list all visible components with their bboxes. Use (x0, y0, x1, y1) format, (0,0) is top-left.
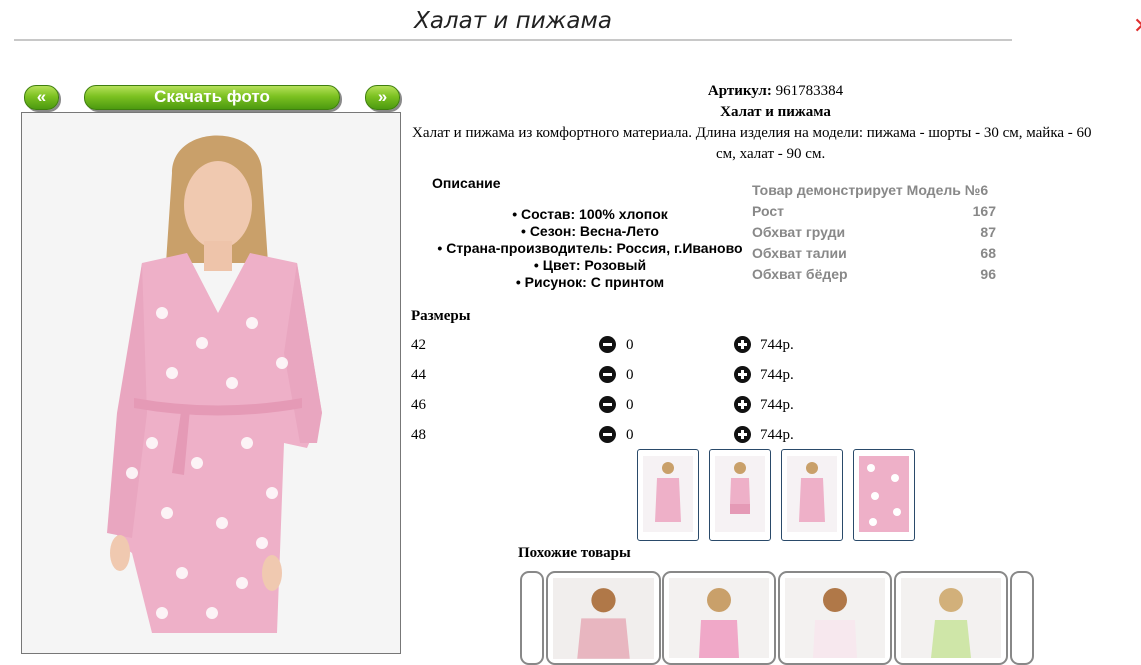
similar-product-card[interactable] (662, 571, 776, 665)
thumbnail-image (643, 456, 693, 532)
quantity-value: 0 (626, 397, 634, 413)
size-row: 44 0 744р. (411, 365, 811, 387)
size-label: 42 (411, 337, 426, 353)
model-row: Рост 167 (752, 203, 996, 219)
main-product-photo[interactable] (21, 112, 401, 654)
article-row: Артикул: 961783384 (410, 81, 1141, 102)
size-label: 44 (411, 367, 426, 383)
quantity-value: 0 (626, 427, 634, 443)
similar-product-card[interactable] (778, 571, 892, 665)
plus-circle-icon[interactable] (734, 426, 751, 443)
similar-product-image (669, 578, 769, 658)
quantity-value: 0 (626, 367, 634, 383)
description-title: Описание (432, 175, 501, 191)
minus-circle-icon[interactable] (599, 366, 616, 383)
size-row: 46 0 744р. (411, 395, 811, 417)
plus-circle-icon[interactable] (734, 366, 751, 383)
plus-circle-icon[interactable] (734, 336, 751, 353)
price: 744р. (760, 397, 794, 413)
page-title: Халат и пижама (414, 8, 612, 34)
similar-product-image (901, 578, 1001, 658)
model-row: Обхват бёдер 96 (752, 266, 996, 282)
thumbnail-image (859, 456, 909, 532)
model-row: Обхват груди 87 (752, 224, 996, 240)
minus-circle-icon[interactable] (599, 336, 616, 353)
photo-thumbnail[interactable] (709, 449, 771, 541)
product-description-line2: см, халат - 90 см. (716, 146, 826, 162)
article-value: 961783384 (775, 83, 844, 99)
model-measurements: Товар демонстрирует Модель №6 Рост 167 Об… (752, 180, 996, 285)
close-icon[interactable]: ✕ (1133, 14, 1141, 39)
size-label: 48 (411, 427, 426, 443)
description-item: • Цвет: Розовый (533, 257, 647, 273)
similar-product-image (553, 578, 654, 659)
download-photo-button[interactable]: Скачать фото (84, 85, 340, 110)
description-item: • Рисунок: С принтом (515, 274, 665, 290)
thumbnail-image (715, 456, 765, 532)
size-label: 46 (411, 397, 426, 413)
similar-product-card[interactable] (894, 571, 1008, 665)
similar-product-image (785, 578, 885, 658)
product-description-line1: Халат и пижама из комфортного материала.… (412, 125, 1092, 141)
photo-thumbnail[interactable] (781, 449, 843, 541)
price: 744р. (760, 427, 794, 443)
title-divider (14, 39, 1012, 41)
similar-products-title: Похожие товары (518, 545, 631, 561)
next-photo-button[interactable]: » (365, 85, 400, 110)
prev-photo-button[interactable]: « (24, 85, 59, 110)
minus-circle-icon[interactable] (599, 426, 616, 443)
model-in-robe-image (22, 113, 400, 653)
plus-circle-icon[interactable] (734, 396, 751, 413)
photo-thumbnail[interactable] (637, 449, 699, 541)
model-heading: Товар демонстрирует Модель №6 (752, 182, 989, 198)
sizes-title: Размеры (411, 308, 471, 324)
price: 744р. (760, 367, 794, 383)
size-row: 48 0 744р. (411, 425, 811, 447)
photo-thumbnail[interactable] (853, 449, 915, 541)
description-item: • Страна-производитель: Россия, г.Иванов… (437, 240, 743, 256)
size-row: 42 0 744р. (411, 335, 811, 357)
description-item: • Состав: 100% хлопок (512, 206, 668, 222)
similar-product-card[interactable] (546, 571, 661, 665)
article-label: Артикул: (707, 83, 772, 99)
thumbnail-image (787, 456, 837, 532)
product-info: Артикул: 961783384 Халат и пижама Халат … (410, 81, 1141, 165)
model-row: Обхват талии 68 (752, 245, 996, 261)
price: 744р. (760, 337, 794, 353)
quantity-value: 0 (626, 337, 634, 353)
similar-next-card[interactable] (1010, 571, 1034, 665)
similar-prev-card[interactable] (520, 571, 544, 665)
product-name: Халат и пижама (720, 104, 831, 120)
description-list: • Состав: 100% хлопок • Сезон: Весна-Лет… (425, 206, 755, 291)
description-item: • Сезон: Весна-Лето (521, 223, 659, 239)
minus-circle-icon[interactable] (599, 396, 616, 413)
